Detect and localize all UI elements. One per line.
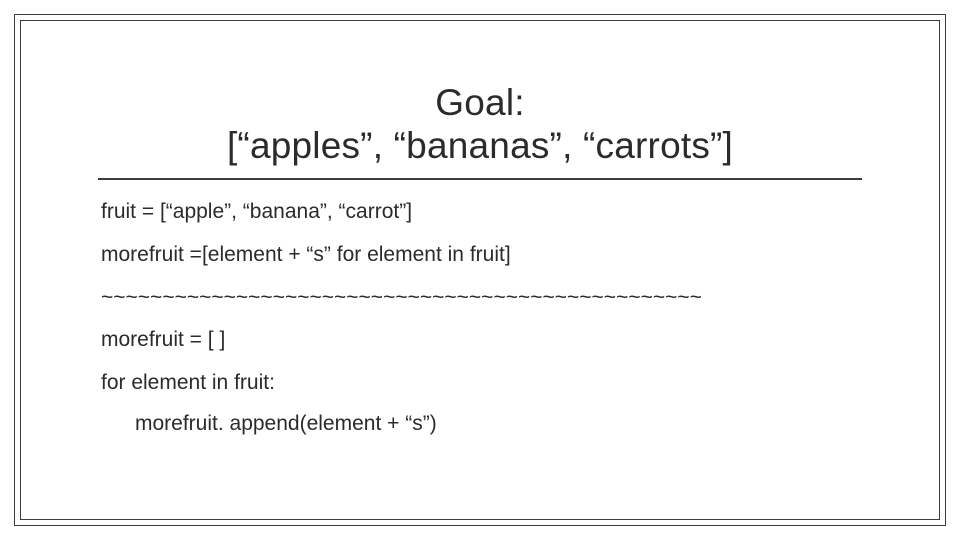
slide: Goal: [“apples”, “bananas”, “carrots”] f… [0, 0, 960, 540]
title-line-2: [“apples”, “bananas”, “carrots”] [60, 125, 900, 168]
code-line-append: morefruit. append(element + “s”) [101, 412, 890, 437]
title-line-1: Goal: [60, 82, 900, 125]
separator-tildes: ~~~~~~~~~~~~~~~~~~~~~~~~~~~~~~~~~~~~~~~~… [101, 286, 890, 311]
title-underline [98, 178, 862, 180]
code-line-fruit-assign: fruit = [“apple”, “banana”, “carrot”] [101, 200, 890, 225]
code-line-listcomp: morefruit =[element + “s” for element in… [101, 243, 890, 268]
slide-body: fruit = [“apple”, “banana”, “carrot”] mo… [101, 200, 890, 455]
slide-title: Goal: [“apples”, “bananas”, “carrots”] [60, 82, 900, 168]
code-line-empty-list: morefruit = [ ] [101, 328, 890, 353]
code-line-for: for element in fruit: [101, 371, 890, 396]
